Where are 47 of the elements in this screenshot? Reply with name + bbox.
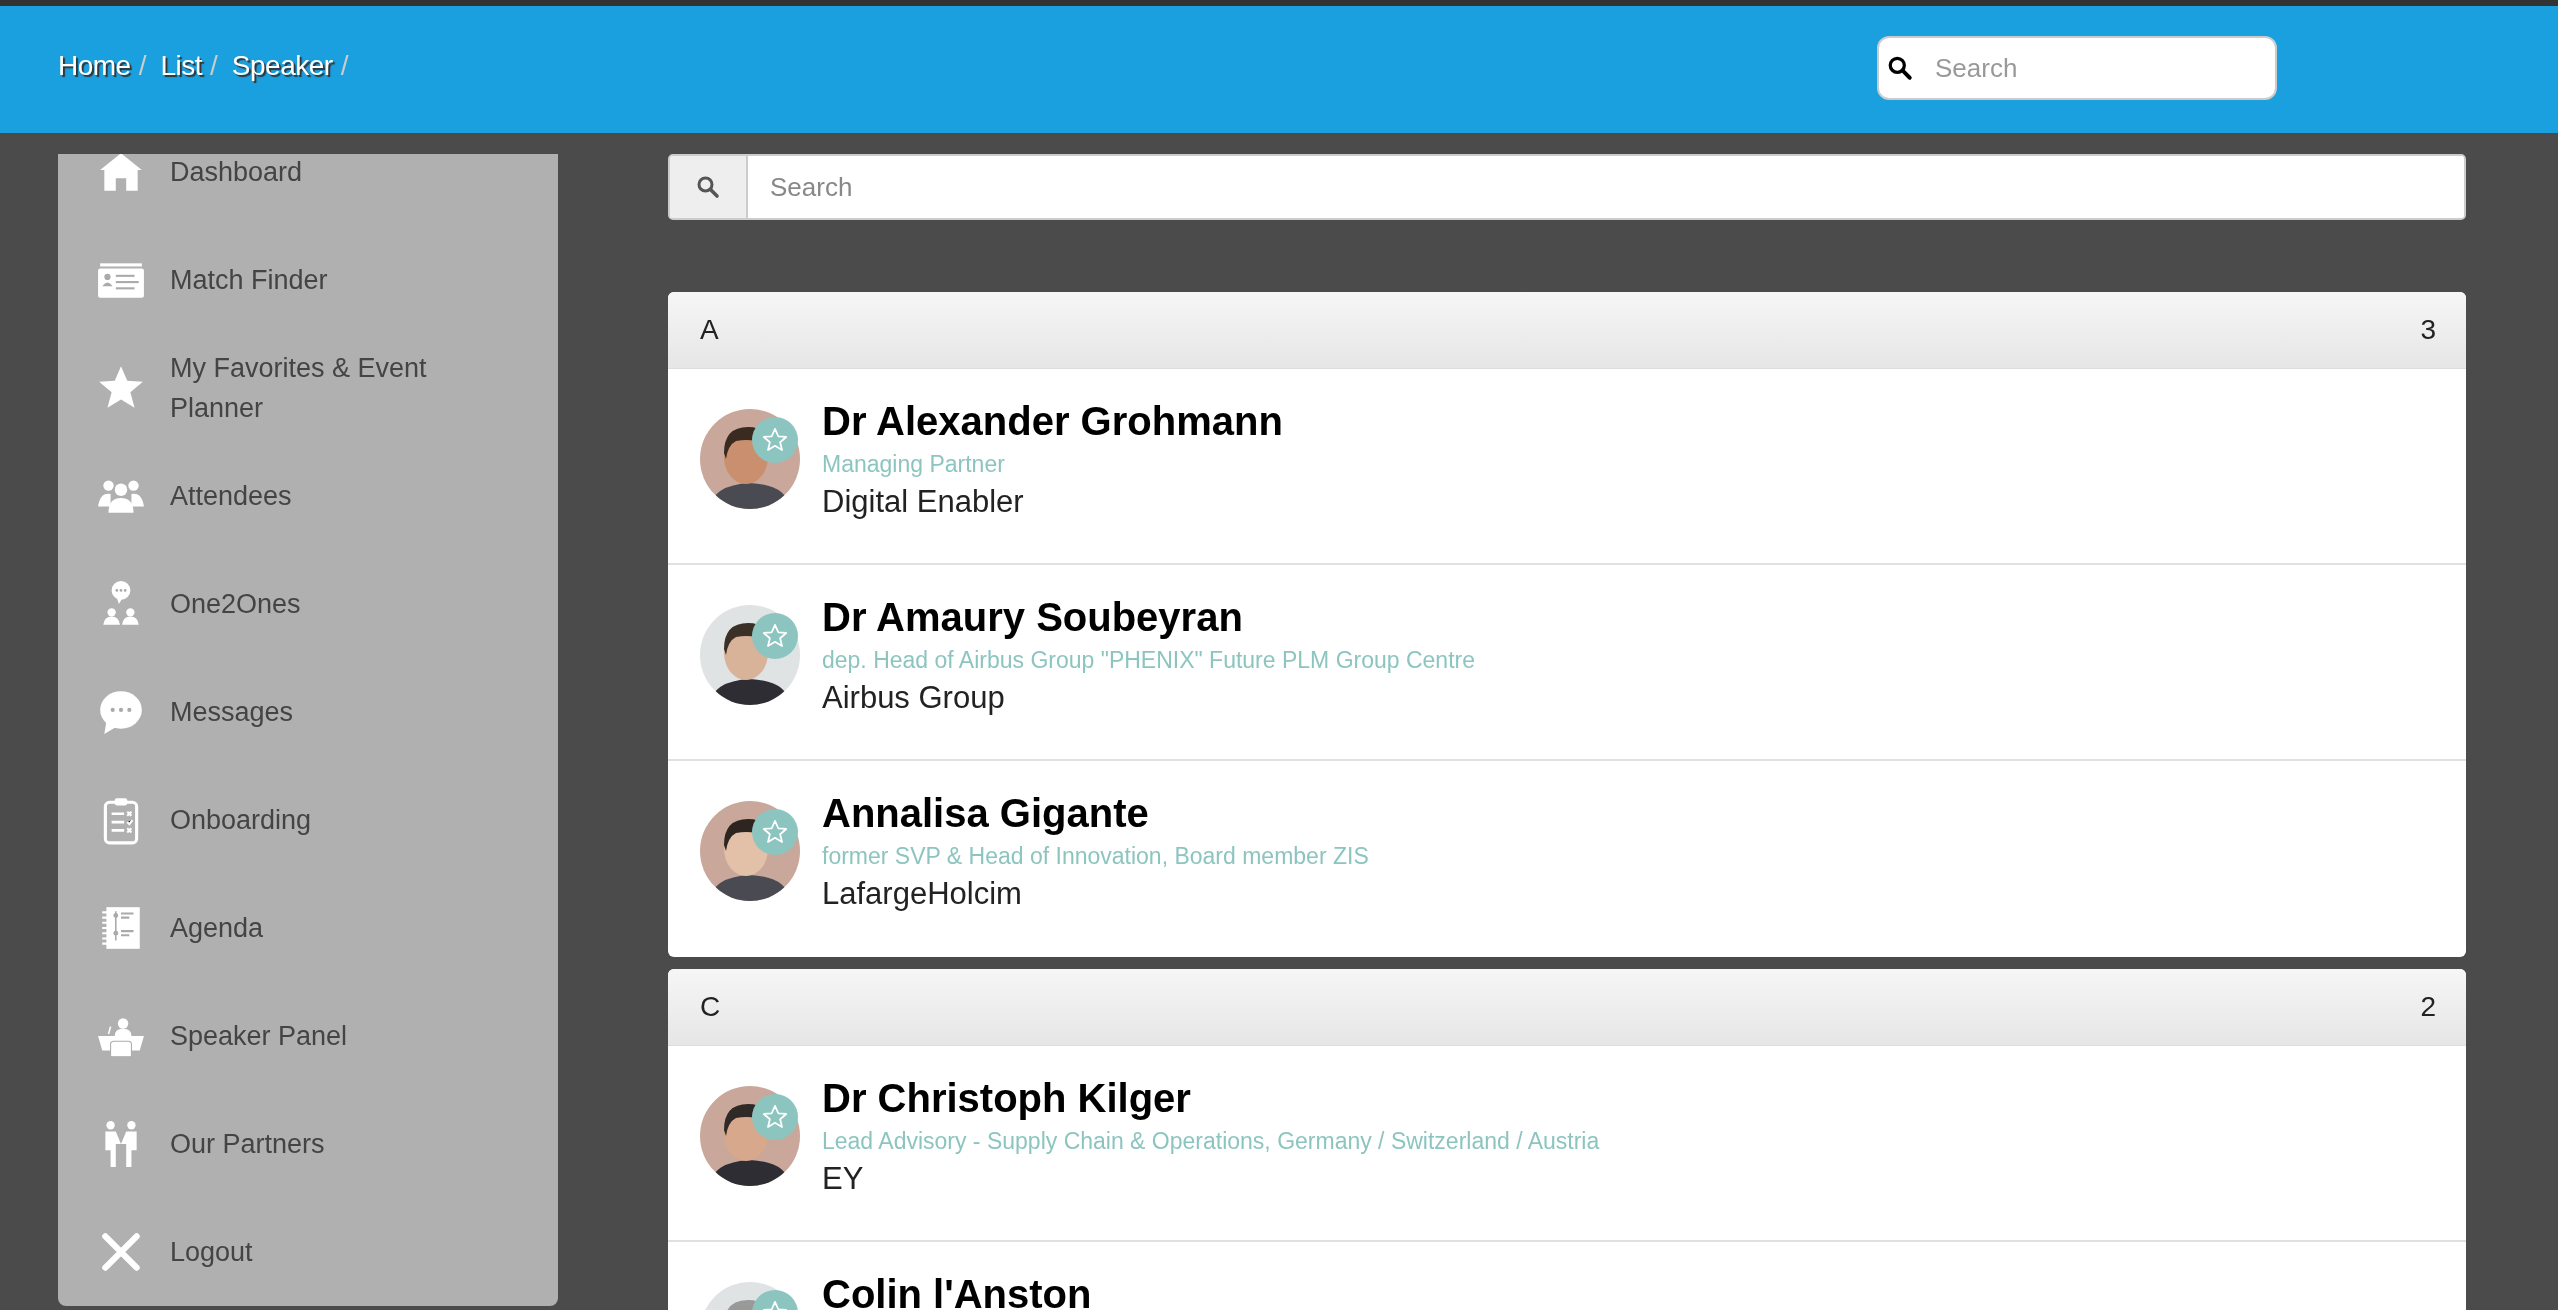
breadcrumb-separator: / (340, 50, 349, 82)
speaker-name: Annalisa Gigante (822, 790, 1150, 837)
speaker-name: Dr Amaury Soubeyran (822, 594, 1244, 641)
speaker-name: Dr Christoph Kilger (822, 1075, 1192, 1122)
speaker-row[interactable]: Colin l'Anston (668, 1242, 2466, 1310)
star-icon (761, 1103, 789, 1131)
sidebar-item[interactable]: Attendees (58, 442, 558, 550)
speaker-company: Airbus Group (822, 679, 1006, 717)
search-icon (696, 175, 720, 199)
sidebar-item[interactable]: Logout (58, 1198, 558, 1306)
breadcrumb-separator: / (138, 50, 147, 82)
group-count: 2 (2420, 991, 2436, 1023)
search-icon (1887, 55, 1913, 81)
speaker-name: Colin l'Anston (822, 1271, 1092, 1310)
speaker-row[interactable]: Dr Alexander Grohmann Managing Partner Digital Enabler (668, 369, 2466, 565)
sidebar-item[interactable]: Messages (58, 658, 558, 766)
breadcrumb-separator: / (210, 50, 218, 82)
sidebar-item[interactable]: One2Ones (58, 550, 558, 658)
speaker-row[interactable]: Annalisa Gigante former SVP & Head of Innovation, Board member ZIS LafargeHolcim (668, 761, 2466, 957)
speaker-company: LafargeHolcim (822, 875, 1023, 913)
speaker-row[interactable]: Dr Christoph Kilger Lead Advisory - Supply Chain & Operations, Germany / Switzerland / Austria EY (668, 1046, 2466, 1242)
breadcrumb-link[interactable]: List (160, 50, 203, 82)
speaker-title: Lead Advisory - Supply Chain & Operations, Germany / Switzerland / Austria (822, 1127, 1600, 1156)
breadcrumb-link[interactable]: Home (58, 50, 131, 82)
star-icon (761, 622, 789, 650)
sidebar-item[interactable]: Match Finder (58, 226, 558, 334)
speaker-name: Dr Alexander Grohmann (822, 398, 1283, 445)
breadcrumb-link[interactable]: Speaker (231, 50, 333, 82)
speaker-title: former SVP & Head of Innovation, Board member ZIS (822, 842, 1369, 871)
sidebar-item[interactable]: Dashboard (58, 154, 558, 226)
sidebar-item[interactable]: My Favorites & Event Planner (58, 334, 558, 442)
sidebar-item[interactable]: Speaker Panel (58, 982, 558, 1090)
sidebar-item[interactable]: Agenda (58, 874, 558, 982)
search-input[interactable]: Search (1933, 51, 2237, 85)
speaker-company: Digital Enabler (822, 483, 1025, 521)
group-count: 3 (2420, 314, 2436, 346)
group-letter: A (700, 314, 719, 346)
star-icon (761, 818, 789, 846)
sidebar-item[interactable]: Our Partners (58, 1090, 558, 1198)
search-field[interactable]: Search (1877, 36, 2277, 100)
speaker-company: EY (822, 1160, 865, 1198)
speaker-title: Managing Partner (822, 450, 1006, 479)
sidebar-item[interactable]: Onboarding (58, 766, 558, 874)
speaker-row[interactable]: Dr Amaury Soubeyran dep. Head of Airbus Group "PHENIX" Future PLM Group Centre Airbus Group (668, 565, 2466, 761)
speaker-title: dep. Head of Airbus Group "PHENIX" Future PLM Group Centre (822, 646, 1475, 675)
star-icon (761, 426, 789, 454)
group-letter: C (700, 991, 721, 1023)
